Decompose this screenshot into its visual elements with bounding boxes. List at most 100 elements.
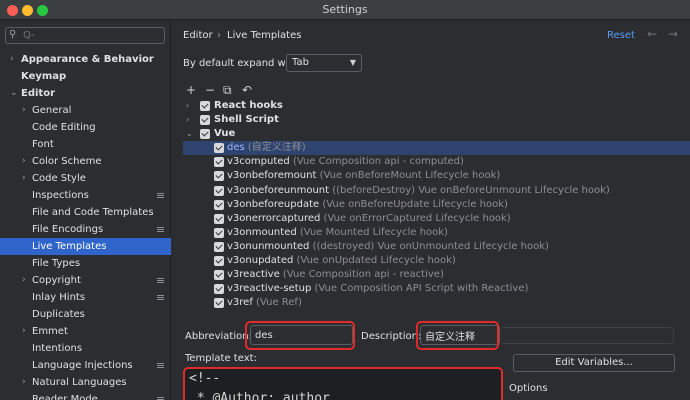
template-name: v3reactive [227,269,280,281]
reset-link[interactable]: Reset [607,30,635,41]
template-row[interactable]: v3ref (Vue Ref) [183,296,690,310]
template-row[interactable]: v3onmounted (Vue Mounted Lifecycle hook) [183,226,690,240]
template-checkbox[interactable] [214,157,224,168]
sidebar-item[interactable]: › Emmet [0,323,171,340]
sidebar-item[interactable]: ⌄ Editor [0,85,171,102]
chevron-right-icon[interactable]: › [22,272,26,289]
template-group-name: Vue [214,128,236,140]
template-name: des [227,142,245,154]
code-line: <!-- [189,371,221,386]
chevron-right-icon[interactable]: › [22,153,26,170]
chevron-right-icon[interactable]: › [22,170,26,187]
title-bar: Settings [0,0,690,20]
sidebar-item-label: Emmet [32,326,68,337]
group-checkbox[interactable] [200,101,210,111]
template-group-name: Shell Script [214,114,279,126]
project-settings-icon [157,227,164,232]
edit-variables-button[interactable]: Edit Variables... [513,354,675,372]
sidebar-item[interactable]: › Code Style [0,170,171,187]
template-group-row[interactable]: › Shell Script [183,113,690,127]
sidebar-item[interactable]: Font [0,136,171,153]
template-checkbox[interactable] [214,270,224,281]
live-templates-panel: Editor › Live Templates Reset ← → By def… [171,20,690,400]
template-checkbox[interactable] [214,171,224,182]
sidebar-item-label: File Encodings [32,224,104,235]
settings-search-box[interactable]: ⚲ [5,27,165,44]
sidebar-item[interactable]: Live Templates [0,238,171,255]
group-checkbox[interactable] [200,129,210,140]
template-row[interactable]: v3reactive (Vue Composition api - reacti… [183,268,690,282]
template-checkbox[interactable] [214,185,224,196]
copy-icon[interactable]: ⧉ [223,83,232,97]
template-name: v3reactive-setup [227,283,312,295]
sidebar-item[interactable]: › Natural Languages [0,374,171,391]
chevron-down-icon[interactable]: ⌄ [10,85,18,102]
description-field-extension[interactable] [502,327,674,344]
template-row[interactable]: v3onerrorcaptured (Vue onErrorCaptured L… [183,212,690,226]
sidebar-item[interactable]: Intentions [0,340,171,357]
template-checkbox[interactable] [214,298,224,309]
sidebar-item[interactable]: Inspections [0,187,171,204]
undo-icon[interactable]: ↶ [242,83,252,97]
sidebar-item-label: Code Style [32,173,86,184]
template-group-row[interactable]: › React hooks [183,99,690,113]
template-checkbox[interactable] [214,213,224,224]
chevron-right-icon[interactable]: › [10,51,14,68]
remove-icon[interactable]: − [205,83,215,97]
template-row[interactable]: v3onbeforeupdate (Vue onBeforeUpdate Lif… [183,198,690,212]
back-arrow-icon[interactable]: ← [647,27,657,41]
template-row[interactable]: v3reactive-setup (Vue Composition API Sc… [183,282,690,296]
forward-arrow-icon[interactable]: → [668,27,678,41]
breadcrumb-editor[interactable]: Editor [183,30,213,41]
template-row[interactable]: v3computed (Vue Composition api - comput… [183,155,690,169]
template-name: v3onbeforemount [227,170,317,182]
template-row[interactable]: v3onupdated (Vue onUpdated Lifecycle hoo… [183,254,690,268]
sidebar-item-label: Duplicates [32,309,85,320]
chevron-down-icon: ▼ [349,58,356,67]
sidebar-item[interactable]: File Types [0,255,171,272]
sidebar-item[interactable]: File and Code Templates [0,204,171,221]
sidebar-item[interactable]: Inlay Hints [0,289,171,306]
template-text-editor[interactable]: <!-- * @Author: author [183,367,503,400]
sidebar-item[interactable]: › Appearance & Behavior [0,51,171,68]
template-checkbox[interactable] [214,256,224,267]
template-checkbox[interactable] [214,143,224,154]
sidebar-item-label: Editor [21,88,55,99]
sidebar-item-label: Inlay Hints [32,292,86,303]
chevron-down-icon[interactable]: ⌄ [186,127,193,141]
group-checkbox[interactable] [200,115,210,126]
expand-with-select[interactable]: Tab ▼ [286,54,362,72]
template-text-label: Template text: [185,353,257,364]
sidebar-item[interactable]: Keymap [0,68,171,85]
sidebar-item[interactable]: › Color Scheme [0,153,171,170]
chevron-right-icon[interactable]: › [22,323,26,340]
settings-search-input[interactable] [23,29,161,42]
sidebar-item[interactable]: File Encodings [0,221,171,238]
template-checkbox[interactable] [214,227,224,238]
chevron-right-icon[interactable]: › [22,102,26,119]
chevron-right-icon[interactable]: › [186,99,189,113]
template-row[interactable]: v3onunmounted ((destroyed) Vue onUnmount… [183,240,690,254]
sidebar-item[interactable]: › Copyright [0,272,171,289]
chevron-right-icon[interactable]: › [186,113,189,127]
sidebar-item[interactable]: › General [0,102,171,119]
sidebar-item[interactable]: Duplicates [0,306,171,323]
template-name-row-text: v3onupdated (Vue onUpdated Lifecycle hoo… [227,254,456,268]
template-row[interactable]: v3onbeforeunmount ((beforeDestroy) Vue o… [183,184,690,198]
sidebar-item[interactable]: Language Injections [0,357,171,374]
template-checkbox[interactable] [214,199,224,210]
chevron-right-icon[interactable]: › [22,374,26,391]
template-description: (Vue Mounted Lifecycle hook) [299,226,448,238]
sidebar-item[interactable]: Code Editing [0,119,171,136]
template-row[interactable]: des (自定义注释) [183,141,690,156]
sidebar-item-label: Color Scheme [32,156,102,167]
expand-with-value: Tab [292,57,309,68]
template-checkbox[interactable] [214,284,224,295]
template-group-row[interactable]: ⌄ Vue [183,127,690,141]
template-row[interactable]: v3onbeforemount (Vue onBeforeMount Lifec… [183,169,690,183]
sidebar-item-label: Copyright [32,275,81,286]
project-settings-icon [157,278,164,283]
add-icon[interactable]: + [186,83,196,97]
template-checkbox[interactable] [214,241,224,252]
sidebar-item[interactable]: Reader Mode [0,391,171,400]
